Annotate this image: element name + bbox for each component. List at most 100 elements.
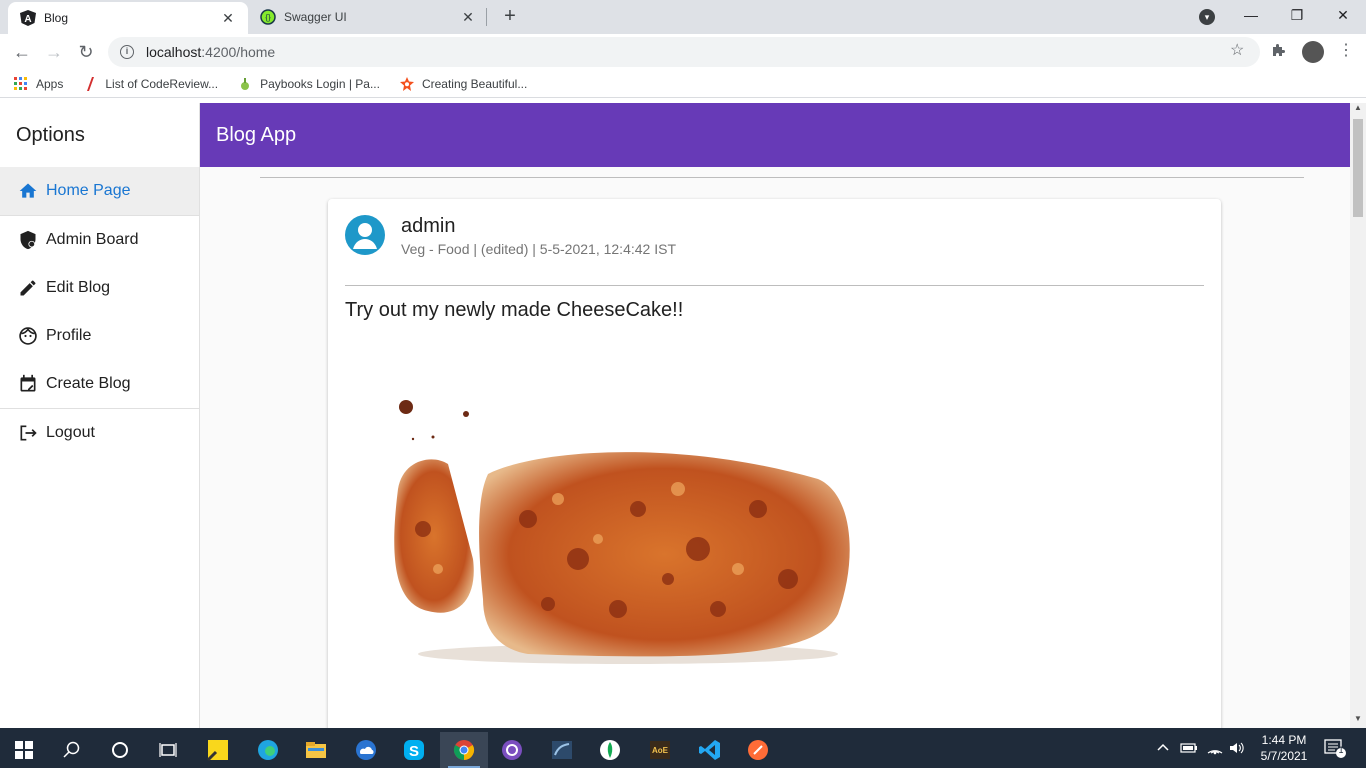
sticky-notes-icon[interactable] <box>194 732 242 768</box>
browser-toolbar: ← → ↻ i localhost:4200/home <box>0 34 1366 70</box>
pencil-icon <box>18 278 38 298</box>
profile-avatar[interactable] <box>1302 41 1324 63</box>
star-badge-icon <box>399 76 414 91</box>
extensions-puzzle-icon[interactable] <box>1270 42 1286 62</box>
bookmark-star-icon[interactable]: ☆ <box>1230 40 1244 60</box>
scroll-up-icon[interactable]: ▲ <box>1350 103 1366 117</box>
site-info-icon[interactable]: i <box>120 45 134 59</box>
mongodb-compass-icon[interactable] <box>586 732 634 768</box>
paybooks-icon <box>238 77 252 91</box>
svg-text:S: S <box>409 743 419 760</box>
sidebar-item-label: Admin Board <box>46 231 139 248</box>
sidebar-item-label: Edit Blog <box>46 279 111 296</box>
edge-icon[interactable] <box>244 732 292 768</box>
cortana-icon[interactable] <box>96 732 144 768</box>
bookmark-label: Paybooks Login | Pa... <box>260 76 380 91</box>
chrome-icon[interactable] <box>440 732 488 768</box>
sidebar-item-home[interactable]: Home Page <box>0 167 199 215</box>
system-clock[interactable]: 1:44 PM 5/7/2021 <box>1254 732 1314 764</box>
sidebar-item-admin-board[interactable]: Admin Board <box>0 216 199 264</box>
url-path: :4200/home <box>201 44 276 60</box>
sidebar-item-profile[interactable]: Profile <box>0 312 199 360</box>
forward-arrow-icon[interactable]: → <box>42 40 66 64</box>
admin-shield-icon <box>18 230 38 250</box>
author-avatar <box>345 215 385 255</box>
app-toolbar: Blog App <box>200 103 1350 167</box>
bookmark-creating-beautiful[interactable]: Creating Beautiful... <box>399 76 528 91</box>
tray-chevron-icon[interactable] <box>1156 728 1170 768</box>
bookmark-codereview[interactable]: List of CodeReview... <box>83 76 218 91</box>
logout-icon <box>18 423 38 443</box>
menu-kebab-icon[interactable]: ⋮ <box>1338 40 1354 60</box>
bookmark-apps[interactable]: Apps <box>14 76 64 91</box>
tab-title: Swagger UI <box>284 10 347 24</box>
windows-start-icon[interactable] <box>0 732 48 768</box>
divider <box>260 177 1304 178</box>
battery-icon[interactable] <box>1180 728 1198 768</box>
window-close-button[interactable]: ✕ <box>1320 0 1366 30</box>
svg-text:AoE: AoE <box>652 746 669 755</box>
bookmark-paybooks[interactable]: Paybooks Login | Pa... <box>238 77 380 91</box>
task-view-icon[interactable] <box>144 732 192 768</box>
close-icon[interactable]: ✕ <box>460 9 476 26</box>
search-icon[interactable] <box>48 732 96 768</box>
bookmark-label: Apps <box>36 76 64 91</box>
sidebar-item-label: Home Page <box>46 182 131 199</box>
codereview-icon <box>83 76 97 91</box>
sidebar-item-label: Profile <box>46 327 92 344</box>
clock-date: 5/7/2021 <box>1260 749 1308 763</box>
github-desktop-icon[interactable] <box>488 732 536 768</box>
sidebar-item-logout[interactable]: Logout <box>0 409 199 457</box>
game-app-icon[interactable]: AoE <box>636 732 684 768</box>
swagger-icon: {} <box>260 9 276 25</box>
bookmark-label: Creating Beautiful... <box>421 76 528 91</box>
vscode-icon[interactable] <box>686 732 734 768</box>
post-author: admin <box>401 215 456 237</box>
tab-title: Blog <box>44 11 69 25</box>
svg-text:{}: {} <box>265 13 271 22</box>
restore-button[interactable]: ❐ <box>1274 0 1320 30</box>
reload-icon[interactable]: ↻ <box>74 40 98 64</box>
apps-grid-icon <box>14 76 28 91</box>
blog-post-card[interactable]: admin Veg - Food | (edited) | 5-5-2021, … <box>328 199 1221 739</box>
vertical-scrollbar[interactable]: ▲ ▼ <box>1350 103 1366 728</box>
sidebar-item-edit-blog[interactable]: Edit Blog <box>0 264 199 312</box>
svg-text:A: A <box>24 14 31 25</box>
volume-icon[interactable] <box>1228 728 1246 768</box>
angular-icon: A <box>20 10 36 26</box>
sidenav-title: Options <box>16 124 85 146</box>
tab-separator <box>486 8 487 26</box>
calendar-edit-icon <box>18 374 38 394</box>
sidebar-item-label: Logout <box>46 424 95 441</box>
post-image <box>378 399 858 669</box>
back-arrow-icon[interactable]: ← <box>10 40 34 64</box>
post-meta: Veg - Food | (edited) | 5-5-2021, 12:4:4… <box>401 241 676 257</box>
scroll-down-icon[interactable]: ▼ <box>1350 714 1366 728</box>
url-host: localhost <box>146 44 202 60</box>
wifi-icon[interactable] <box>1206 728 1224 768</box>
tab-blog[interactable]: A Blog ✕ <box>8 2 248 34</box>
close-icon[interactable]: ✕ <box>220 10 236 27</box>
sidenav: Options Home Page Admin Board Edit Blog … <box>0 103 200 728</box>
sidebar-item-create-blog[interactable]: Create Blog <box>0 360 199 408</box>
divider <box>345 285 1204 286</box>
address-bar[interactable]: i localhost:4200/home <box>108 37 1260 67</box>
post-title: Try out my newly made CheeseCake!! <box>345 299 684 321</box>
bookmarks-bar: Apps List of CodeReview... Paybooks Logi… <box>0 70 1366 98</box>
postman-icon[interactable] <box>734 732 782 768</box>
sidebar-item-label: Create Blog <box>46 375 131 392</box>
tab-swagger[interactable]: {} Swagger UI ✕ <box>248 0 488 34</box>
home-icon <box>18 181 38 201</box>
minimize-button[interactable]: — <box>1228 0 1274 30</box>
clock-time: 1:44 PM <box>1261 733 1307 747</box>
tab-search-icon[interactable]: ▾ <box>1199 9 1215 25</box>
file-explorer-icon[interactable] <box>292 732 340 768</box>
blog-app: Options Home Page Admin Board Edit Blog … <box>0 103 1350 739</box>
scrollbar-thumb[interactable] <box>1353 119 1363 217</box>
new-tab-button[interactable]: + <box>498 5 522 29</box>
cloud-app-icon[interactable] <box>342 732 390 768</box>
skype-icon[interactable]: S <box>390 732 438 768</box>
mysql-workbench-icon[interactable] <box>538 732 586 768</box>
notification-count: 1 <box>1338 745 1344 755</box>
notifications-icon[interactable]: 1 <box>1324 728 1346 768</box>
